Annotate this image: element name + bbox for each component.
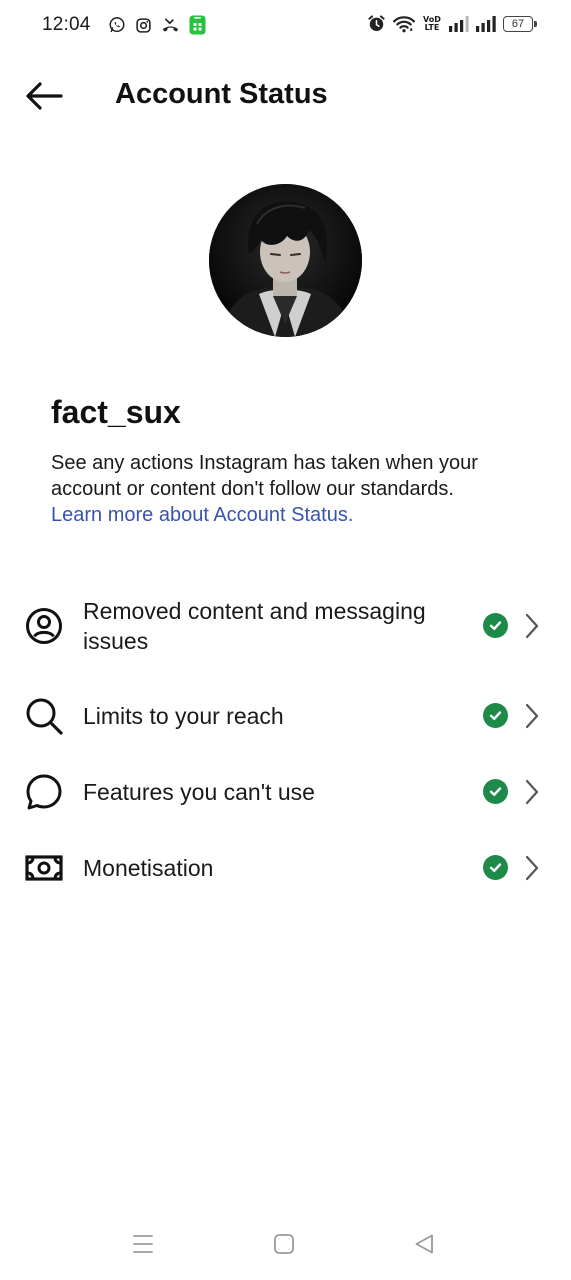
instagram-icon xyxy=(135,17,152,34)
page-title: Account Status xyxy=(115,78,328,110)
battery-level: 67 xyxy=(511,17,525,30)
home-square-icon xyxy=(273,1233,295,1260)
account-status-description: See any actions Instagram has taken when… xyxy=(51,452,478,500)
missed-call-icon xyxy=(161,17,180,34)
search-icon xyxy=(24,696,64,736)
chevron-right-icon xyxy=(522,854,542,882)
app-header: Account Status xyxy=(0,60,571,132)
notification-icons xyxy=(108,15,206,35)
status-item-label: Features you can't use xyxy=(83,779,315,805)
chat-bubble-icon xyxy=(24,772,64,812)
banknote-icon xyxy=(24,848,64,888)
recent-apps-button[interactable] xyxy=(129,1232,157,1260)
back-button[interactable] xyxy=(20,78,68,118)
learn-more-link[interactable]: Learn more about Account Status. xyxy=(51,502,353,528)
system-back-button[interactable] xyxy=(410,1232,438,1260)
battery-icon: 67 xyxy=(503,15,537,32)
app-notification-icon xyxy=(189,15,206,35)
signal-icon xyxy=(449,15,469,32)
status-item-label: Removed content and messaging issues xyxy=(83,598,426,654)
checkmark-icon xyxy=(483,613,508,638)
system-navigation-bar xyxy=(0,1222,571,1270)
chevron-right-icon xyxy=(522,778,542,806)
whatsapp-icon xyxy=(108,16,126,34)
avatar xyxy=(209,184,362,337)
home-button[interactable] xyxy=(270,1232,298,1260)
chevron-right-icon xyxy=(522,702,542,730)
back-triangle-icon xyxy=(413,1233,435,1260)
arrow-left-icon xyxy=(25,81,63,116)
menu-icon xyxy=(132,1233,154,1260)
checkmark-icon xyxy=(483,855,508,880)
alarm-icon xyxy=(367,14,386,33)
checkmark-icon xyxy=(483,779,508,804)
chevron-right-icon xyxy=(522,612,542,640)
volte-label-bottom: LTE xyxy=(424,22,440,32)
status-item-label: Monetisation xyxy=(83,855,214,881)
status-item-label: Limits to your reach xyxy=(83,703,284,729)
status-time: 12:04 xyxy=(42,14,91,35)
system-status-icons: VoD LTE 67 xyxy=(367,14,537,33)
status-item-monetisation[interactable]: Monetisation xyxy=(0,838,571,896)
volte-icon: VoD LTE xyxy=(422,15,442,32)
status-item-features[interactable]: Features you can't use xyxy=(0,762,571,820)
wifi-icon xyxy=(393,15,415,33)
signal-icon xyxy=(476,15,496,32)
status-item-limits-reach[interactable]: Limits to your reach xyxy=(0,686,571,744)
checkmark-icon xyxy=(483,703,508,728)
username: fact_sux xyxy=(51,394,181,430)
status-item-removed-content[interactable]: Removed content and messaging issues xyxy=(0,590,571,666)
user-circle-icon xyxy=(24,606,64,646)
status-bar: 12:04 VoD LTE 67 xyxy=(0,0,571,52)
